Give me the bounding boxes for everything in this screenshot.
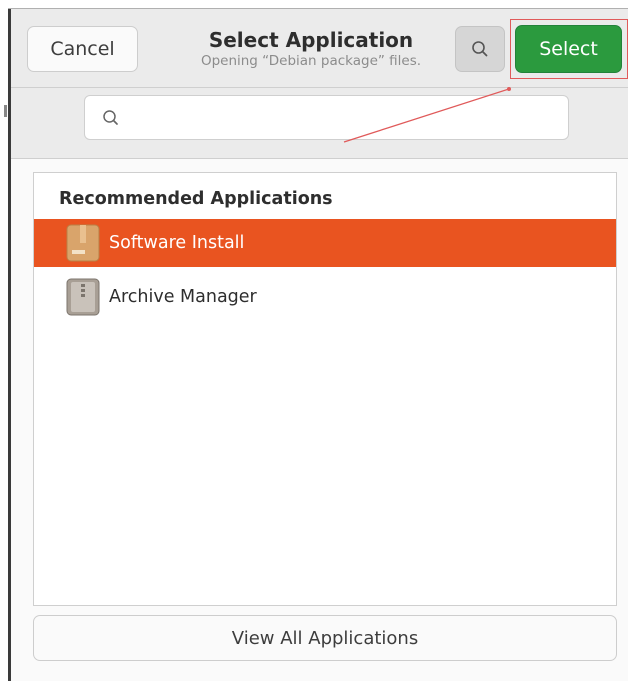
select-application-dialog: Cancel Select Application Opening “Debia… bbox=[11, 9, 628, 681]
dialog-title: Select Application bbox=[208, 28, 414, 52]
application-list: Recommended Applications Software Instal… bbox=[33, 172, 617, 606]
search-entry[interactable] bbox=[84, 95, 569, 140]
list-item-label: Software Install bbox=[109, 233, 245, 253]
window-edge-marker bbox=[4, 105, 7, 117]
archive-manager-icon bbox=[66, 278, 100, 316]
title-block: Select Application Opening “Debian packa… bbox=[161, 29, 461, 70]
section-header-recommended: Recommended Applications bbox=[59, 189, 333, 209]
search-bar bbox=[11, 88, 628, 159]
list-item-label: Archive Manager bbox=[109, 287, 257, 307]
list-item-software-install[interactable]: Software Install bbox=[34, 219, 616, 267]
search-toggle-button[interactable] bbox=[455, 26, 505, 72]
view-all-applications-button[interactable]: View All Applications bbox=[33, 615, 617, 661]
software-install-icon bbox=[66, 224, 100, 262]
cancel-button-label: Cancel bbox=[50, 38, 115, 60]
dialog-subtitle: Opening “Debian package” files. bbox=[200, 53, 422, 69]
list-item-archive-manager[interactable]: Archive Manager bbox=[34, 273, 616, 321]
header-bar: Cancel Select Application Opening “Debia… bbox=[11, 9, 628, 88]
cancel-button[interactable]: Cancel bbox=[27, 26, 138, 72]
select-button[interactable]: Select bbox=[515, 25, 622, 73]
search-icon bbox=[472, 41, 488, 57]
search-icon bbox=[103, 110, 118, 125]
view-all-applications-label: View All Applications bbox=[231, 627, 419, 649]
select-button-label: Select bbox=[539, 38, 598, 60]
search-input[interactable] bbox=[129, 102, 553, 134]
